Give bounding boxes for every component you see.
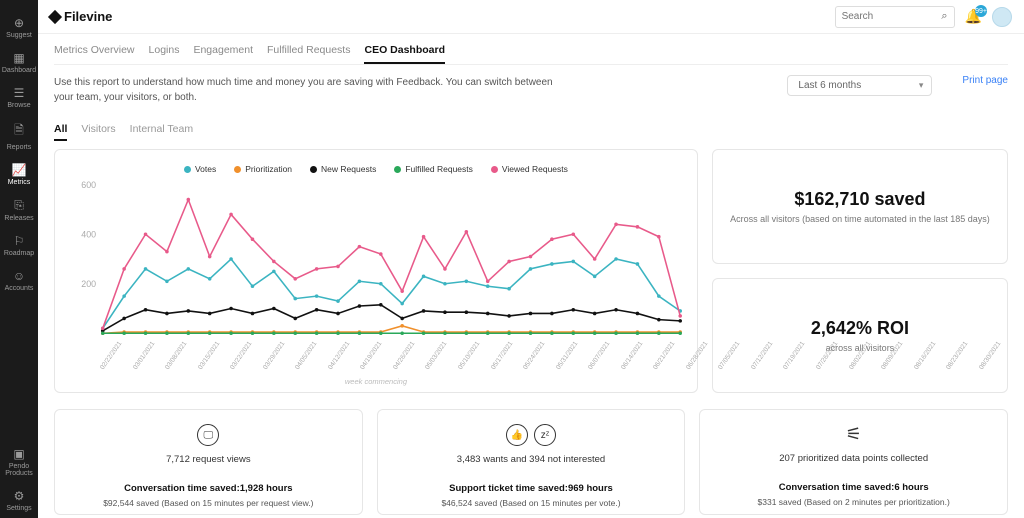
filter-tab-internal-team[interactable]: Internal Team: [130, 123, 193, 141]
legend-label: Prioritization: [245, 164, 292, 174]
line-chart: 200 400 600: [65, 178, 687, 358]
svg-text:200: 200: [81, 279, 96, 289]
sidebar-item-accounts[interactable]: ☺Accounts: [0, 269, 38, 292]
search-icon[interactable]: ⌕: [941, 10, 947, 23]
gear-icon: ⚙: [0, 489, 38, 503]
legend-dot-icon: [491, 166, 498, 173]
tab-logins[interactable]: Logins: [149, 40, 180, 64]
legend-item[interactable]: Prioritization: [234, 164, 292, 174]
stat-card-roi: 2,642% ROI across all visitors: [712, 278, 1008, 393]
brand-logo: Filevine: [50, 9, 112, 24]
x-tick-label: 06/28/2021: [685, 340, 709, 371]
sidebar-item-settings[interactable]: ⚙Settings: [0, 489, 38, 512]
brand-icon: [48, 9, 62, 23]
legend-label: New Requests: [321, 164, 376, 174]
sidebar-item-reports[interactable]: 🗎Reports: [0, 121, 38, 151]
sidebar-item-browse[interactable]: ☰Browse: [0, 86, 38, 109]
search-input[interactable]: [842, 11, 942, 22]
legend-item[interactable]: Viewed Requests: [491, 164, 568, 174]
report-description: Use this report to understand how much t…: [54, 75, 554, 105]
bottom-card-votes-line1: 3,483 wants and 394 not interested: [457, 454, 605, 465]
print-page-link[interactable]: Print page: [962, 75, 1008, 86]
thumbs-up-icon: 👍: [506, 424, 528, 446]
chart-x-labels: 02/22/202103/01/202103/08/202103/15/2021…: [99, 367, 687, 374]
bottom-card-views-line2: Conversation time saved:1,928 hours: [124, 483, 292, 494]
stat-saved-value: $162,710 saved: [794, 189, 925, 210]
plus-circle-icon: ⊕: [0, 16, 38, 30]
stat-card-saved: $162,710 saved Across all visitors (base…: [712, 149, 1008, 264]
notification-count: 99+: [975, 5, 987, 17]
bottom-card-priorities-line1: 207 prioritized data points collected: [779, 453, 928, 464]
bottom-card-views-line1: 7,712 request views: [166, 454, 251, 465]
bottom-card-views: 🖵 7,712 request views Conversation time …: [54, 409, 363, 515]
svg-text:400: 400: [81, 230, 96, 240]
legend-label: Votes: [195, 164, 216, 174]
chart-x-axis-label: week commencing: [55, 377, 697, 386]
legend-label: Viewed Requests: [502, 164, 568, 174]
brand-name: Filevine: [64, 9, 112, 24]
sliders-icon: ⚟: [846, 424, 862, 445]
tab-engagement[interactable]: Engagement: [193, 40, 253, 64]
bottom-card-votes-line2: Support ticket time saved:969 hours: [449, 483, 613, 494]
bottom-card-priorities-line3: $331 saved (Based on 2 minutes per prior…: [758, 497, 950, 507]
export-icon: ⎘: [0, 198, 38, 213]
chart-icon: 📈: [0, 163, 38, 177]
legend-dot-icon: [310, 166, 317, 173]
document-icon: 🗎: [0, 121, 38, 142]
topbar: Filevine ⌕ 🔔 99+: [38, 0, 1024, 34]
date-range-select[interactable]: Last 6 months: [787, 75, 932, 96]
sidebar-item-releases[interactable]: ⎘Releases: [0, 198, 38, 222]
bottom-card-votes-line3: $46,524 saved (Based on 15 minutes per v…: [441, 498, 620, 508]
chart-legend: Votes Prioritization New Requests Fulfilled…: [65, 164, 687, 174]
monitor-icon: 🖵: [197, 424, 219, 446]
legend-item[interactable]: New Requests: [310, 164, 376, 174]
map-icon: ⚐: [0, 234, 38, 248]
sidebar: ⊕Suggest ▦Dashboard ☰Browse 🗎Reports 📈Me…: [0, 0, 38, 518]
chart-card: Votes Prioritization New Requests Fulfilled…: [54, 149, 698, 393]
stat-roi-value: 2,642% ROI: [811, 318, 909, 339]
legend-dot-icon: [394, 166, 401, 173]
stat-saved-sub: Across all visitors (based on time autom…: [730, 214, 990, 224]
notifications-button[interactable]: 🔔 99+: [965, 8, 982, 25]
grid-icon: ▦: [0, 51, 38, 65]
sidebar-item-dashboard[interactable]: ▦Dashboard: [0, 51, 38, 74]
bottom-card-votes: 👍 zᶻ 3,483 wants and 394 not interested S…: [377, 409, 686, 515]
apps-icon: ▣: [0, 447, 38, 461]
sidebar-item-roadmap[interactable]: ⚐Roadmap: [0, 234, 38, 257]
stack-icon: ☰: [0, 86, 38, 100]
bottom-card-priorities-line2: Conversation time saved:6 hours: [779, 482, 929, 493]
tab-fulfilled-requests[interactable]: Fulfilled Requests: [267, 40, 350, 64]
svg-text:600: 600: [81, 180, 96, 190]
search-box[interactable]: ⌕: [835, 6, 955, 28]
legend-dot-icon: [234, 166, 241, 173]
tab-metrics-overview[interactable]: Metrics Overview: [54, 40, 135, 64]
filter-tab-all[interactable]: All: [54, 123, 67, 141]
sidebar-item-suggest[interactable]: ⊕Suggest: [0, 16, 38, 39]
avatar[interactable]: [992, 7, 1012, 27]
bottom-card-priorities: ⚟ 207 prioritized data points collected …: [699, 409, 1008, 515]
sleep-icon: zᶻ: [534, 424, 556, 446]
bottom-card-views-line3: $92,544 saved (Based on 15 minutes per r…: [103, 498, 313, 508]
main: Metrics Overview Logins Engagement Fulfi…: [38, 34, 1024, 518]
filter-tabs: All Visitors Internal Team: [54, 123, 1008, 141]
user-icon: ☺: [0, 269, 38, 283]
sidebar-item-metrics[interactable]: 📈Metrics: [0, 163, 38, 186]
tab-ceo-dashboard[interactable]: CEO Dashboard: [364, 40, 445, 64]
legend-item[interactable]: Fulfilled Requests: [394, 164, 473, 174]
legend-dot-icon: [184, 166, 191, 173]
legend-item[interactable]: Votes: [184, 164, 216, 174]
filter-tab-visitors[interactable]: Visitors: [81, 123, 115, 141]
legend-label: Fulfilled Requests: [405, 164, 473, 174]
sidebar-item-pendo-products[interactable]: ▣Pendo Products: [0, 447, 38, 477]
main-tabs: Metrics Overview Logins Engagement Fulfi…: [54, 40, 1008, 65]
